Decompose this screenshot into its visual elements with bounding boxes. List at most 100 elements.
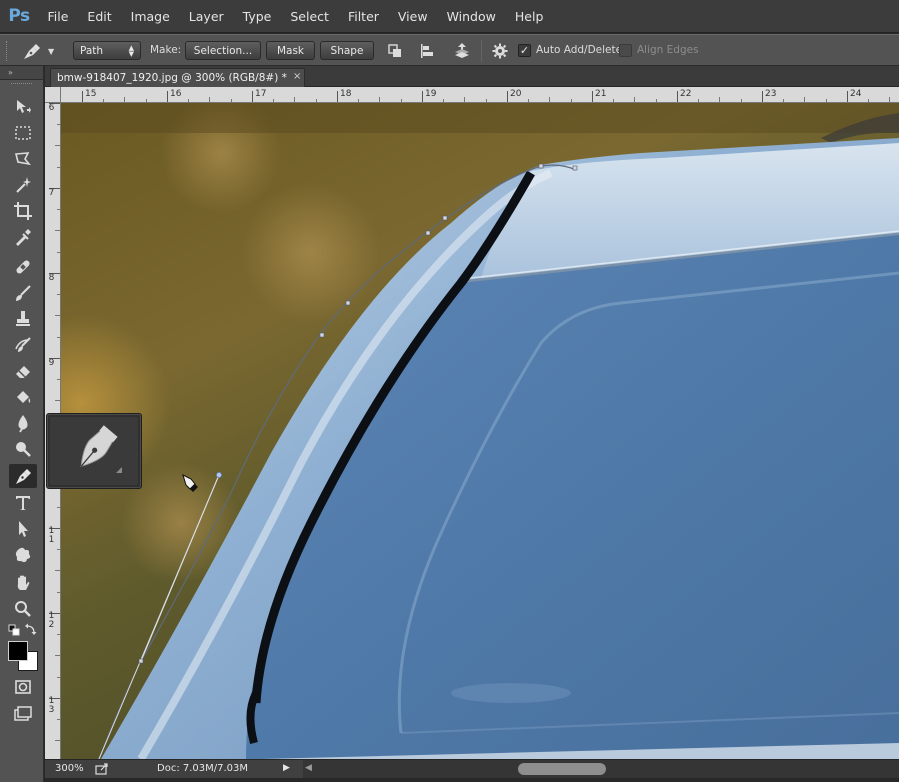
path-selection-arrow-icon: [19, 521, 28, 537]
blur-tool[interactable]: [9, 411, 37, 435]
menu-window[interactable]: Window: [437, 0, 505, 33]
history-brush-tool[interactable]: [9, 333, 37, 357]
tools-panel: »: [0, 66, 44, 782]
paint-bucket-tool[interactable]: [9, 385, 37, 409]
type-tool[interactable]: [9, 491, 37, 515]
crop-tool[interactable]: [9, 199, 37, 223]
history-brush-icon: [15, 337, 31, 352]
hand-tool[interactable]: [9, 571, 37, 595]
brush-icon: [16, 285, 31, 301]
ruler-label: 7: [48, 188, 55, 198]
pen-tool[interactable]: [9, 464, 37, 488]
menu-edit[interactable]: Edit: [78, 0, 121, 33]
dodge-tool[interactable]: [9, 437, 37, 461]
document-tab-bar: bmw-918407_1920.jpg @ 300% (RGB/8#) * ×: [45, 66, 899, 87]
ruler-label: 1 2: [48, 611, 55, 630]
menu-layer[interactable]: Layer: [179, 0, 233, 33]
screen-mode-icon: [14, 706, 32, 721]
path-operations-icon[interactable]: [382, 40, 408, 62]
pen-mode-value: Path: [80, 44, 104, 57]
document-tab-title: bmw-918407_1920.jpg @ 300% (RGB/8#) *: [57, 72, 287, 84]
path-alignment-icon[interactable]: [414, 40, 440, 62]
status-bar: 300% Doc: 7.03M/7.03M ▶ ◀: [45, 759, 899, 779]
pen-tool-flyout: [46, 413, 142, 489]
type-t-icon: [16, 496, 30, 510]
magic-wand-tool[interactable]: [9, 173, 37, 197]
horizontal-ruler[interactable]: 15 16 17 18 19 20 21 22 23 24: [61, 87, 899, 103]
ruler-label: 6: [48, 103, 55, 113]
ruler-label: 8: [48, 273, 55, 283]
ruler-label: 16: [170, 89, 182, 99]
default-colors-icon[interactable]: [8, 624, 20, 636]
swap-colors-icon[interactable]: [25, 623, 37, 635]
eyedropper-icon: [16, 229, 31, 246]
options-bar-grip[interactable]: [6, 41, 9, 61]
menu-filter[interactable]: Filter: [338, 0, 388, 33]
custom-shape-tool[interactable]: [9, 543, 37, 567]
ruler-label: 1 1: [48, 526, 55, 545]
move-icon: [17, 100, 31, 113]
ruler-origin[interactable]: [45, 87, 61, 103]
updown-arrows-icon: ▲ ▼: [128, 43, 134, 58]
hand-icon: [17, 575, 30, 590]
pen-mode-select[interactable]: Path ▲ ▼: [73, 41, 141, 60]
brush-tool[interactable]: [9, 281, 37, 305]
quick-mask-button[interactable]: [9, 675, 37, 699]
zoom-tool[interactable]: [9, 597, 37, 621]
lasso-tool[interactable]: [9, 147, 37, 171]
tool-preset-picker[interactable]: ▼: [20, 39, 66, 63]
auto-add-delete-checkbox[interactable]: ✓: [518, 44, 531, 57]
status-menu-arrow-icon[interactable]: ▶: [283, 763, 290, 773]
make-label: Make:: [150, 44, 182, 56]
healing-brush-tool[interactable]: [9, 255, 37, 279]
dodge-icon: [16, 442, 31, 457]
close-icon[interactable]: ×: [293, 71, 301, 82]
tools-panel-grip[interactable]: [11, 83, 32, 86]
quick-mask-icon: [15, 680, 31, 694]
menu-select[interactable]: Select: [281, 0, 339, 33]
paint-bucket-icon: [17, 391, 31, 403]
screen-mode-button[interactable]: [9, 702, 37, 726]
options-bar: ▼ Path ▲ ▼ Make: Selection... Mask Shape …: [0, 34, 899, 66]
share-icon[interactable]: [95, 763, 109, 775]
document-tab[interactable]: bmw-918407_1920.jpg @ 300% (RGB/8#) * ×: [50, 68, 305, 87]
document-canvas[interactable]: [61, 103, 899, 759]
menu-view[interactable]: View: [388, 0, 437, 33]
pen-tool-preview: [50, 417, 138, 485]
foreground-color-swatch[interactable]: [8, 641, 28, 661]
make-shape-button[interactable]: Shape: [320, 41, 374, 60]
bandage-icon: [16, 260, 30, 274]
pen-tool-icon: [24, 44, 40, 59]
menu-help[interactable]: Help: [505, 0, 553, 33]
menu-type[interactable]: Type: [233, 0, 281, 33]
bottom-edge: [45, 778, 899, 782]
clone-stamp-tool[interactable]: [9, 307, 37, 331]
gear-icon[interactable]: [487, 40, 513, 62]
horizontal-scrollbar[interactable]: ◀: [303, 760, 899, 779]
zoom-level[interactable]: 300%: [55, 763, 84, 774]
tools-panel-collapse[interactable]: »: [0, 66, 43, 80]
options-separator: [481, 40, 482, 62]
eyedropper-tool[interactable]: [9, 225, 37, 249]
auto-add-delete-label: Auto Add/Delete: [536, 44, 623, 56]
path-selection-tool[interactable]: [9, 517, 37, 541]
scrollbar-thumb[interactable]: [518, 763, 606, 775]
marquee-tool[interactable]: [9, 121, 37, 145]
ruler-label: 17: [255, 89, 267, 99]
menu-bar: Ps File Edit Image Layer Type Select Fil…: [0, 0, 899, 33]
align-edges-checkbox[interactable]: [619, 44, 632, 57]
move-tool[interactable]: [9, 95, 37, 119]
zoom-magnifier-icon: [15, 601, 31, 617]
make-mask-button[interactable]: Mask: [266, 41, 315, 60]
path-arrangement-icon[interactable]: [449, 40, 475, 62]
menu-image[interactable]: Image: [121, 0, 179, 33]
ruler-label: 21: [595, 89, 607, 99]
ruler-label: 19: [425, 89, 437, 99]
scroll-left-icon[interactable]: ◀: [305, 763, 312, 773]
blur-drop-icon: [18, 415, 28, 433]
eraser-tool[interactable]: [9, 359, 37, 383]
align-edges-label: Align Edges: [637, 44, 699, 56]
crop-icon: [14, 202, 32, 220]
menu-file[interactable]: File: [38, 0, 78, 33]
make-selection-button[interactable]: Selection...: [185, 41, 261, 60]
